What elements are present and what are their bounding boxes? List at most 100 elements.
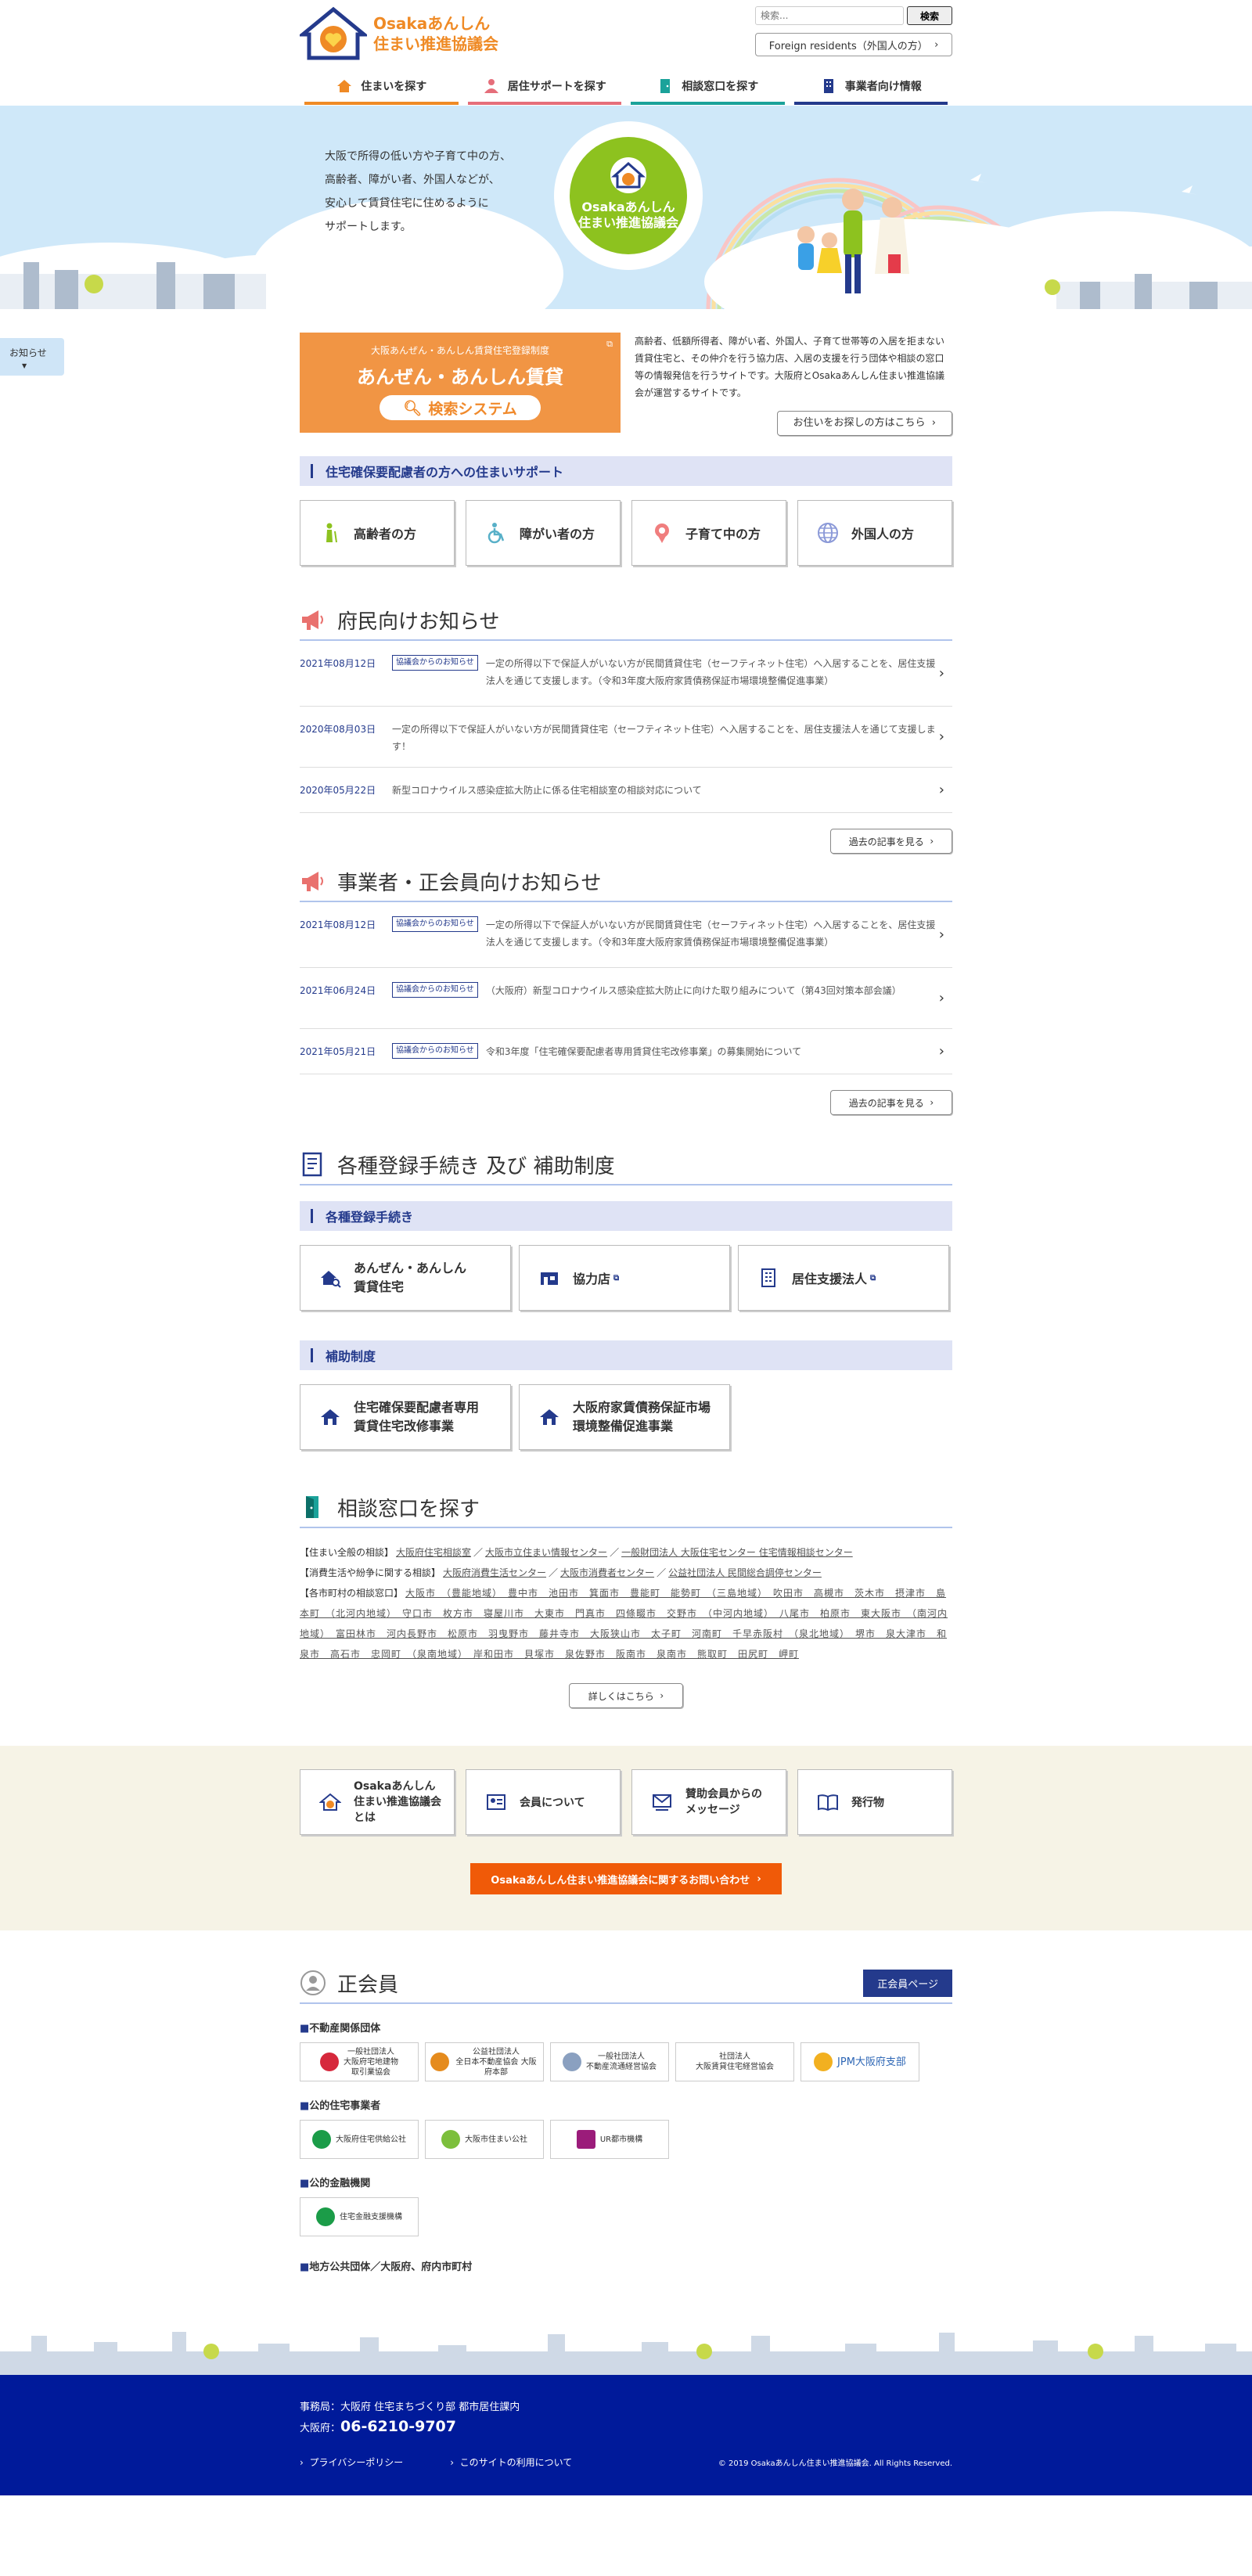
member-group-heading: ■地方公共団体／大阪府、府内市町村 [300,2261,473,2273]
news-side-tab[interactable]: お知らせ ▼ [0,338,64,376]
member-mark-icon [576,2130,595,2149]
consultation-more-button[interactable]: 詳しくはこちら › [569,1683,683,1708]
card-disabled[interactable]: 障がい者の方 [466,500,621,566]
news-item[interactable]: 2020年05月22日 新型コロナウイルス感染症拡大防止に係る住宅相談室の相談対応… [300,768,952,813]
news-tag: 協議会からのお知らせ [392,916,478,932]
member-logo[interactable]: JPM大阪府支部 [800,2042,919,2081]
card-label: 大阪府家賃債務保証市場 環境整備促進事業 [573,1400,711,1434]
news-item[interactable]: 2021年06月24日 協議会からのお知らせ （大阪府）新型コロナウイルス感染症拡大… [300,968,952,1029]
member-name: 一般社団法人 大阪府宅地建物 取引業協会 [344,2047,398,2077]
card-supporting-messages[interactable]: 賛助会員からの メッセージ [631,1769,786,1835]
consultation-links: 【住まい全般の相談】 大阪府住宅相談室／大阪市立住まい情報センター／一般財団法人 … [300,1547,948,1660]
link-osaka-city-housing-center[interactable]: 大阪市立住まい情報センター [485,1547,607,1558]
business-news-more-button[interactable]: 過去の記事を見る › [830,1090,952,1115]
news-tag: 協議会からのお知らせ [392,1043,478,1059]
nav-find-support[interactable]: 居住サポートを探す [467,70,621,105]
card-label: 障がい者の方 [520,527,595,541]
news-item[interactable]: 2021年08月12日 協議会からのお知らせ 一定の所得以下で保証人がいない方が民間… [300,641,952,707]
card-guarantee-subsidy[interactable]: 大阪府家賃債務保証市場 環境整備促進事業 [519,1384,730,1450]
card-renovation-subsidy[interactable]: 住宅確保要配慮者専用 賃貸住宅改修事業 [300,1384,511,1450]
support-title: 住宅確保要配慮者の方への住まいサポート [326,465,564,480]
link-label: このサイトの利用について [459,2457,573,2468]
public-news-more-button[interactable]: 過去の記事を見る › [830,829,952,854]
card-members[interactable]: 会員について [466,1769,621,1835]
find-home-button[interactable]: お住いをお探しの方はこちら › [776,411,952,436]
news-item[interactable]: 2021年05月21日 協議会からのお知らせ 令和3年度「住宅確保要配慮者専用賃貸住… [300,1029,952,1074]
foreign-residents-button[interactable]: Foreign residents（外国人の方） › [755,33,952,56]
card-publications[interactable]: 発行物 [797,1769,952,1835]
more-label: 過去の記事を見る [848,1097,924,1109]
search-system-button[interactable]: 🔍︎ 検索システム [380,395,541,420]
more-label: 詳しくはこちら [588,1690,654,1702]
shop-icon [541,1272,558,1285]
links-label: 【各市町村の相談窓口】 [300,1588,404,1599]
nav-find-home[interactable]: 住まいを探す [304,70,459,105]
members-page-button[interactable]: 正会員ページ [863,1969,952,1997]
about-cards: Osakaあんしん 住まい推進協議会 とは 会員について 賛助会員からの メッセ… [300,1746,952,1835]
baby-bottle-icon [655,523,669,543]
card-elderly[interactable]: 高齢者の方 [300,500,455,566]
news-tag: 協議会からのお知らせ [392,982,478,998]
member-logo[interactable]: 大阪市住まい公社 [425,2120,544,2159]
card-about-council[interactable]: Osakaあんしん 住まい推進協議会 とは [300,1769,455,1835]
search-system-label: 検索システム [428,400,517,418]
member-name: 公益社団法人 全日本不動産協会 大阪府本部 [455,2047,537,2077]
nav-label: 相談窓口を探す [682,81,759,93]
nav-find-consultation[interactable]: 相談窓口を探す [631,70,785,105]
member-name: 大阪府住宅供給公社 [336,2135,406,2144]
news-item[interactable]: 2021年08月12日 協議会からのお知らせ 一定の所得以下で保証人がいない方が民間… [300,902,952,968]
hero-banner: 大阪で所得の低い方や子育て中の方、 高齢者、障がい者、外国人などが、 安心して賃… [0,106,1252,309]
card-anzen-housing[interactable]: あんぜん・あんしん 賃貸住宅 [300,1245,511,1311]
subsidy-sub-heading: 補助制度 [300,1340,952,1370]
foreign-label: Foreign residents（外国人の方） [768,40,928,52]
search-input[interactable] [755,6,904,25]
external-link-icon: ⧉ [870,1273,876,1283]
megaphone-icon [302,872,323,891]
member-logo[interactable]: UR都市機構 [550,2120,669,2159]
link-city-consumer-center[interactable]: 大阪市消費者センター [560,1567,654,1578]
site-terms-link[interactable]: › このサイトの利用について [450,2455,572,2469]
house-heart-logo-icon [300,6,367,60]
news-date: 2020年08月03日 [300,724,376,735]
registration-heading: 各種登録手続き 及び 補助制度 [300,1148,952,1185]
hero-line: 高齢者、障がい者、外国人などが、 [325,174,500,186]
hero-line: 大阪で所得の低い方や子育て中の方、 [325,150,511,163]
member-logo[interactable]: 住宅金融支援機構 [300,2197,419,2236]
link-label: プライバシーポリシー [309,2457,404,2468]
member-group-heading: ■公的金融機関 [300,2178,371,2189]
news-item[interactable]: 2020年08月03日 一定の所得以下で保証人がいない方が民間賃貸住宅（セーフティ… [300,707,952,768]
banner-title: あんぜん・あんしん賃貸 [357,366,563,388]
site-logo[interactable]: Osakaあんしん 住まい推進協議会 [300,6,498,61]
member-logo[interactable]: 大阪府住宅供給公社 [300,2120,419,2159]
member-logo[interactable]: 一般社団法人 大阪府宅地建物 取引業協会 [300,2042,419,2081]
member-logos: 一般社団法人 大阪府宅地建物 取引業協会 公益社団法人 全日本不動産協会 大阪府… [300,2042,952,2081]
news-text: （大阪府）新型コロナウイルス感染症拡大防止に向けた取り組みについて（第43回対策… [485,985,901,996]
footer-address: 事務局：大阪府 住宅まちづくり部 都市居住課内 [300,2402,520,2413]
link-prefecture-housing-office[interactable]: 大阪府住宅相談室 [396,1547,471,1558]
search-form: 検索 [755,6,952,25]
card-support-corporation[interactable]: 居住支援法人 ⧉ [738,1245,949,1311]
logo-line2: 住まい推進協議会 [373,34,498,53]
contact-label: Osakaあんしん住まい推進協議会に関するお問い合わせ [491,1874,750,1887]
search-button[interactable]: 検索 [907,6,952,25]
public-news-list: 2021年08月12日 協議会からのお知らせ 一定の所得以下で保証人がいない方が民間… [300,641,952,813]
contact-button[interactable]: Osakaあんしん住まい推進協議会に関するお問い合わせ › [470,1863,782,1894]
link-mediation-center[interactable]: 公益社団法人 民間総合調停センター [668,1567,822,1578]
card-cooperating-store[interactable]: 協力店 ⧉ [519,1245,730,1311]
privacy-policy-link[interactable]: › プライバシーポリシー [300,2455,403,2469]
nav-business-info[interactable]: 事業者向け情報 [793,70,948,105]
member-logo[interactable]: 公益社団法人 全日本不動産協会 大阪府本部 [425,2042,544,2081]
copyright: © 2019 Osakaあんしん住まい推進協議会. All Rights Res… [718,2459,952,2468]
member-logo[interactable]: 社団法人 大阪賃貸住宅経営協会 [675,2042,794,2081]
townscape-decoration [0,2332,1252,2375]
member-mark-icon [320,2053,339,2071]
anzen-search-banner[interactable]: 大阪あんぜん・あんしん賃貸住宅登録制度 あんぜん・あんしん賃貸 🔍︎ 検索システム… [300,333,621,433]
link-osaka-housing-center[interactable]: 一般財団法人 大阪住宅センター 住宅情報相談センター [621,1547,853,1558]
chevron-right-icon: › [934,38,939,51]
intro-section: 大阪あんぜん・あんしん賃貸住宅登録制度 あんぜん・あんしん賃貸 🔍︎ 検索システム… [300,333,952,436]
card-foreigners[interactable]: 外国人の方 [797,500,952,566]
card-child-rearing[interactable]: 子育て中の方 [631,500,786,566]
link-prefecture-consumer-center[interactable]: 大阪府消費生活センター [443,1567,546,1578]
member-logo[interactable]: 一般社団法人 不動産流通経営協会 [550,2042,669,2081]
magnifier-icon: 🔍︎ [403,399,423,417]
